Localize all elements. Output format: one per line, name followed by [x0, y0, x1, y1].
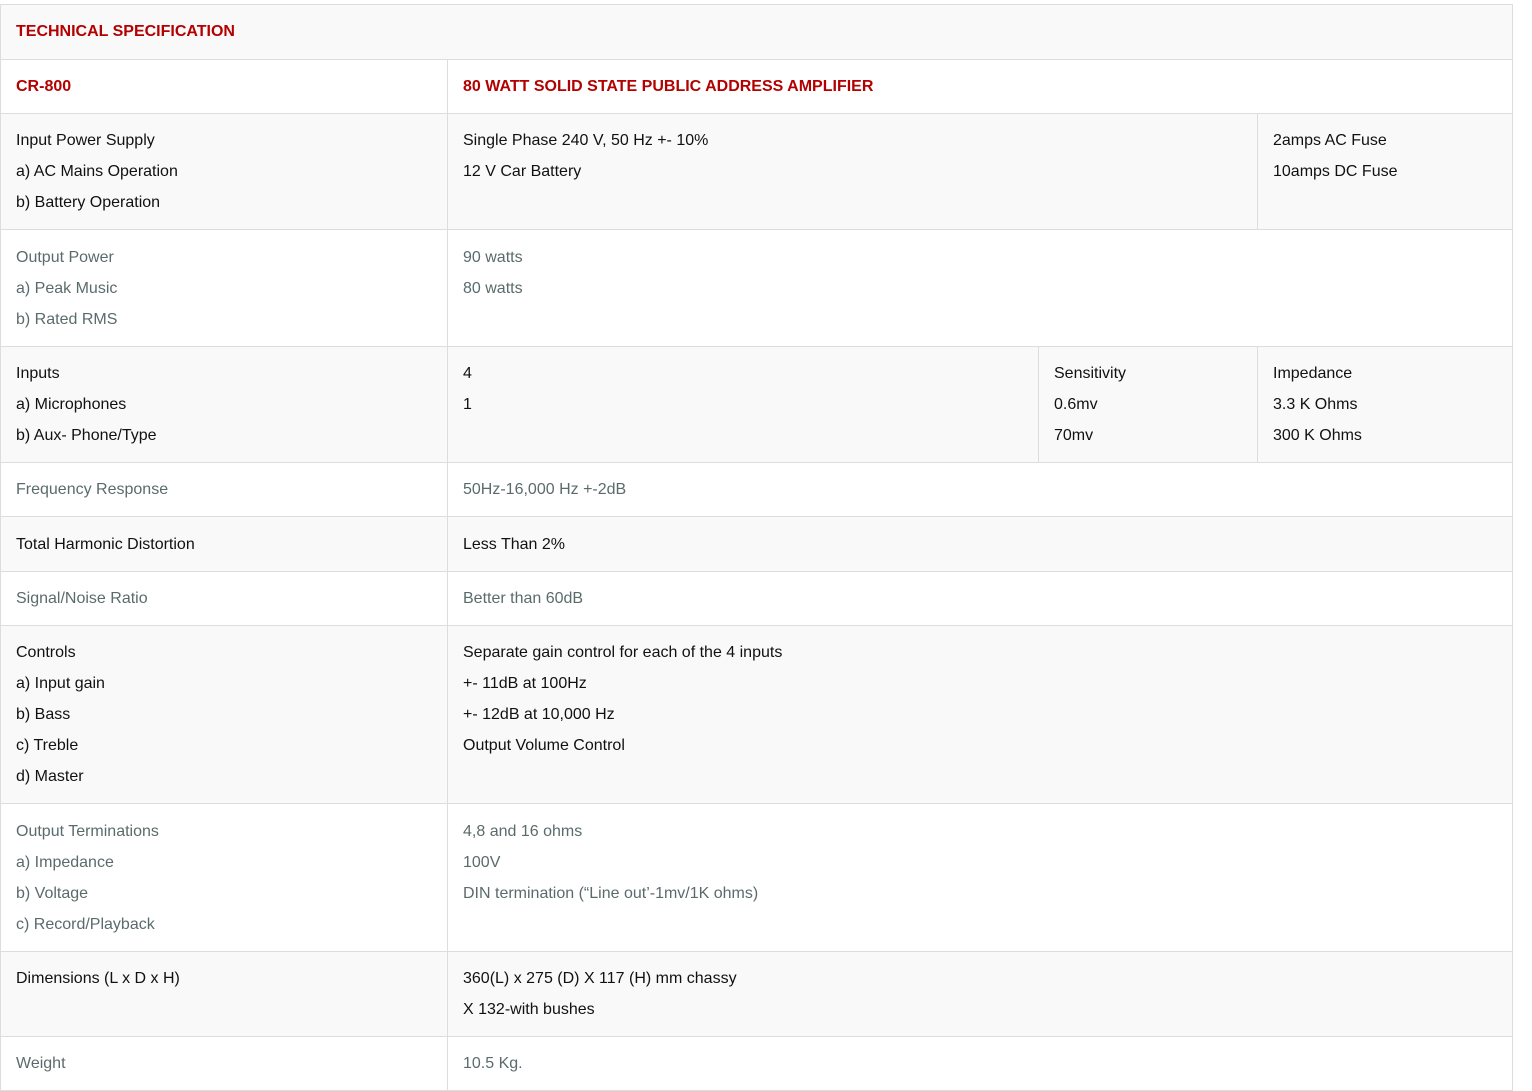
- row-value: 100V: [463, 854, 501, 871]
- row-value: 70mv: [1054, 427, 1094, 444]
- weight-label-cell: Weight: [0, 1036, 448, 1091]
- row-value: 2amps AC Fuse: [1273, 132, 1387, 149]
- input-power-label-cell: Input Power Supply a) AC Mains Operation…: [0, 113, 448, 230]
- model-desc-cell: 80 WATT SOLID STATE PUBLIC ADDRESS AMPLI…: [446, 59, 1514, 114]
- row-label: Weight: [16, 1055, 66, 1072]
- row-value: Impedance: [1273, 365, 1353, 382]
- table-row-input-power: Input Power Supply a) AC Mains Operation…: [0, 113, 1514, 230]
- model-description: 80 WATT SOLID STATE PUBLIC ADDRESS AMPLI…: [463, 78, 874, 95]
- table-row-output-terminations: Output Terminations a) Impedance b) Volt…: [0, 803, 1514, 952]
- row-value: 90 watts: [463, 249, 523, 266]
- title-row: TECHNICAL SPECIFICATION: [0, 4, 1514, 60]
- row-value: 360(L) x 275 (D) X 117 (H) mm chassy: [463, 970, 737, 987]
- terminations-label-cell: Output Terminations a) Impedance b) Volt…: [0, 803, 448, 952]
- thd-label-cell: Total Harmonic Distortion: [0, 516, 448, 572]
- row-value: 4: [463, 365, 472, 382]
- title-cell: TECHNICAL SPECIFICATION: [0, 4, 1514, 60]
- table-row-weight: Weight 10.5 Kg.: [0, 1036, 1514, 1091]
- output-power-label-cell: Output Power a) Peak Music b) Rated RMS: [0, 229, 448, 347]
- snr-label-cell: Signal/Noise Ratio: [0, 571, 448, 626]
- row-label: Output Terminations: [16, 823, 159, 840]
- row-value: DIN termination (“Line out’-1mv/1K ohms): [463, 885, 759, 902]
- row-label: b) Voltage: [16, 885, 89, 902]
- inputs-sensitivity-cell: Sensitivity 0.6mv 70mv: [1038, 346, 1258, 463]
- spec-table-container: TECHNICAL SPECIFICATION CR-800 80 WATT S…: [0, 4, 1514, 1091]
- terminations-value-cell: 4,8 and 16 ohms 100V DIN termination (“L…: [446, 803, 1514, 952]
- row-label: a) Peak Music: [16, 280, 118, 297]
- row-value: Separate gain control for each of the 4 …: [463, 644, 783, 661]
- table-row-thd: Total Harmonic Distortion Less Than 2%: [0, 516, 1514, 572]
- row-value: Output Volume Control: [463, 737, 625, 754]
- row-label: Signal/Noise Ratio: [16, 590, 148, 607]
- output-power-value-cell: 90 watts 80 watts: [446, 229, 1514, 347]
- input-power-value-cell: Single Phase 240 V, 50 Hz +- 10% 12 V Ca…: [447, 113, 1258, 230]
- row-value: 12 V Car Battery: [463, 163, 582, 180]
- dimensions-label-cell: Dimensions (L x D x H): [0, 951, 448, 1037]
- model-cell: CR-800: [0, 59, 448, 114]
- row-value: 3.3 K Ohms: [1273, 396, 1358, 413]
- row-value: Better than 60dB: [463, 590, 584, 607]
- row-label: Input Power Supply: [16, 132, 155, 149]
- row-value: Single Phase 240 V, 50 Hz +- 10%: [463, 132, 709, 149]
- inputs-impedance-cell: Impedance 3.3 K Ohms 300 K Ohms: [1256, 346, 1514, 463]
- dimensions-value-cell: 360(L) x 275 (D) X 117 (H) mm chassy X 1…: [446, 951, 1514, 1037]
- controls-value-cell: Separate gain control for each of the 4 …: [446, 625, 1514, 804]
- frequency-label-cell: Frequency Response: [0, 462, 448, 517]
- snr-value-cell: Better than 60dB: [446, 571, 1514, 626]
- table-row-frequency-response: Frequency Response 50Hz-16,000 Hz +-2dB: [0, 462, 1514, 517]
- row-label: d) Master: [16, 768, 84, 785]
- row-label: c) Treble: [16, 737, 79, 754]
- row-label: a) Input gain: [16, 675, 105, 692]
- row-label: a) AC Mains Operation: [16, 163, 178, 180]
- row-value: 0.6mv: [1054, 396, 1098, 413]
- row-label: Total Harmonic Distortion: [16, 536, 195, 553]
- row-value: Sensitivity: [1054, 365, 1127, 382]
- row-value: 10.5 Kg.: [463, 1055, 523, 1072]
- row-value: 50Hz-16,000 Hz +-2dB: [463, 481, 627, 498]
- row-value: 10amps DC Fuse: [1273, 163, 1398, 180]
- inputs-count-cell: 4 1: [447, 346, 1039, 463]
- input-power-fuse-cell: 2amps AC Fuse 10amps DC Fuse: [1256, 113, 1514, 230]
- row-label: a) Impedance: [16, 854, 114, 871]
- row-label: c) Record/Playback: [16, 916, 155, 933]
- table-row-inputs: Inputs a) Microphones b) Aux- Phone/Type…: [0, 346, 1514, 463]
- row-label: Dimensions (L x D x H): [16, 970, 180, 987]
- row-value: Less Than 2%: [463, 536, 565, 553]
- row-label: Frequency Response: [16, 481, 169, 498]
- table-row-snr: Signal/Noise Ratio Better than 60dB: [0, 571, 1514, 626]
- model-row: CR-800 80 WATT SOLID STATE PUBLIC ADDRES…: [0, 59, 1514, 114]
- row-value: 1: [463, 396, 472, 413]
- weight-value-cell: 10.5 Kg.: [446, 1036, 1514, 1091]
- row-label: Inputs: [16, 365, 60, 382]
- row-label: b) Battery Operation: [16, 194, 161, 211]
- row-label: b) Aux- Phone/Type: [16, 427, 157, 444]
- row-value: +- 11dB at 100Hz: [463, 675, 587, 692]
- spec-table: TECHNICAL SPECIFICATION CR-800 80 WATT S…: [0, 4, 1514, 1091]
- row-label: b) Bass: [16, 706, 71, 723]
- inputs-label-cell: Inputs a) Microphones b) Aux- Phone/Type: [0, 346, 448, 463]
- table-row-dimensions: Dimensions (L x D x H) 360(L) x 275 (D) …: [0, 951, 1514, 1037]
- frequency-value-cell: 50Hz-16,000 Hz +-2dB: [446, 462, 1514, 517]
- row-value: 300 K Ohms: [1273, 427, 1362, 444]
- row-value: +- 12dB at 10,000 Hz: [463, 706, 615, 723]
- row-label: b) Rated RMS: [16, 311, 118, 328]
- row-value: 4,8 and 16 ohms: [463, 823, 583, 840]
- spec-title: TECHNICAL SPECIFICATION: [16, 23, 235, 40]
- row-label: Output Power: [16, 249, 114, 266]
- controls-label-cell: Controls a) Input gain b) Bass c) Treble…: [0, 625, 448, 804]
- table-row-output-power: Output Power a) Peak Music b) Rated RMS …: [0, 229, 1514, 347]
- row-label: a) Microphones: [16, 396, 127, 413]
- row-value: 80 watts: [463, 280, 523, 297]
- model-name: CR-800: [16, 78, 72, 95]
- row-label: Controls: [16, 644, 76, 661]
- row-value: X 132-with bushes: [463, 1001, 595, 1018]
- thd-value-cell: Less Than 2%: [446, 516, 1514, 572]
- table-row-controls: Controls a) Input gain b) Bass c) Treble…: [0, 625, 1514, 804]
